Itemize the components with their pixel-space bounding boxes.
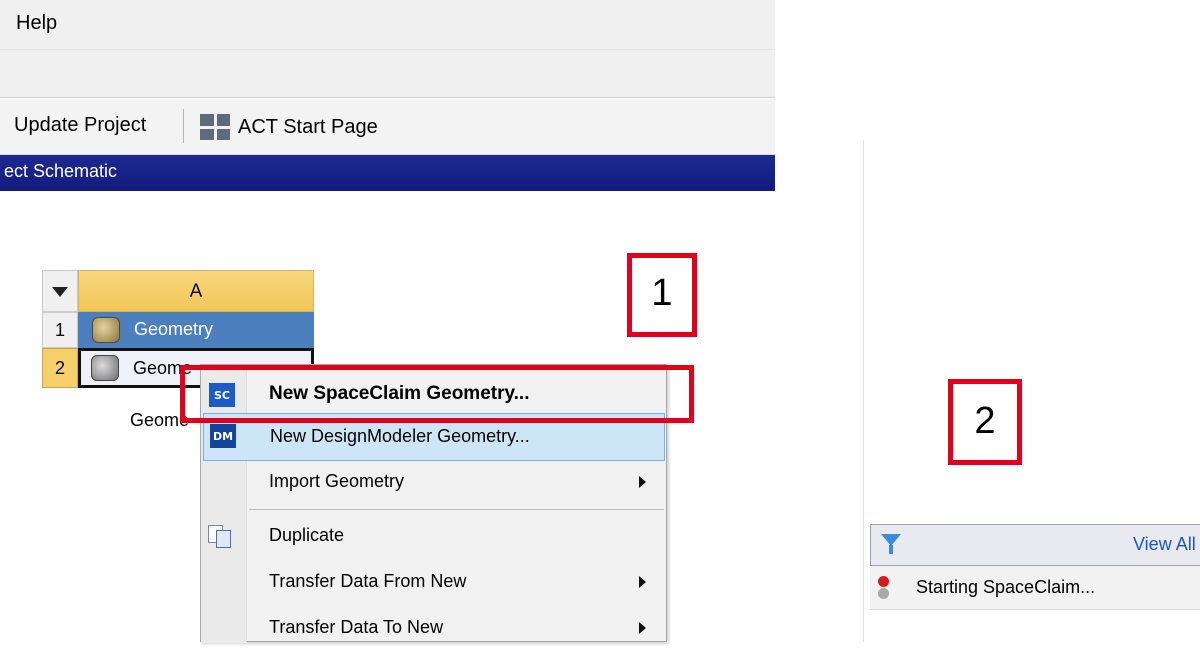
duplicate-icon: [208, 525, 232, 548]
system-dropdown-arrow[interactable]: [42, 270, 78, 312]
row-number-2: 2: [42, 348, 78, 388]
geometry-system-title-cell[interactable]: Geometry: [78, 312, 314, 348]
highlight-box: [180, 365, 694, 423]
update-project-button[interactable]: Update Project: [6, 114, 154, 137]
menu-item-label: Transfer Data To New: [269, 617, 444, 637]
callout-number-2: 2: [948, 379, 1022, 465]
messages-filter-bar: View All: [870, 524, 1200, 566]
grid-icon: [200, 114, 230, 140]
toolbar: Update Project ACT Start Page: [0, 99, 775, 155]
menu-help[interactable]: Help: [16, 12, 57, 35]
geometry-system-icon: [92, 317, 120, 343]
menu-item-duplicate[interactable]: Duplicate: [201, 513, 666, 559]
status-message: Starting SpaceClaim...: [916, 577, 1096, 597]
act-start-page-button[interactable]: ACT Start Page: [196, 111, 382, 143]
row-label: Geometry: [134, 319, 214, 339]
row-number-1: 1: [42, 312, 78, 348]
system-column-header: A: [78, 270, 314, 312]
menu-item-import-geometry[interactable]: Import Geometry: [201, 459, 666, 505]
project-schematic-title: ect Schematic: [0, 155, 775, 191]
menu-item-label: Import Geometry: [269, 471, 405, 491]
menu-item-transfer-data-from-new[interactable]: Transfer Data From New: [201, 559, 666, 605]
callout-number-1: 1: [627, 253, 697, 337]
submenu-arrow-icon: [639, 622, 646, 634]
menu-separator: [249, 509, 664, 510]
view-all-link[interactable]: View All: [1133, 534, 1196, 555]
status-light-icon: [878, 576, 890, 600]
filter-icon[interactable]: [881, 534, 901, 556]
status-message-row: Starting SpaceClaim...: [870, 566, 1200, 610]
menu-item-label: Transfer Data From New: [269, 571, 467, 591]
submenu-arrow-icon: [639, 476, 646, 488]
menu-item-transfer-data-to-new[interactable]: Transfer Data To New: [201, 605, 666, 651]
act-start-page-label: ACT Start Page: [238, 115, 378, 138]
submenu-arrow-icon: [639, 576, 646, 588]
menu-item-label: New DesignModeler Geometry...: [270, 426, 530, 446]
menu-item-label: Duplicate: [269, 525, 345, 545]
menu-bar: Help: [0, 0, 775, 50]
toolbar-separator: [183, 109, 184, 143]
secondary-toolbar: [0, 50, 775, 98]
geometry-icon: [91, 355, 119, 381]
designmodeler-icon: DM: [210, 424, 236, 448]
